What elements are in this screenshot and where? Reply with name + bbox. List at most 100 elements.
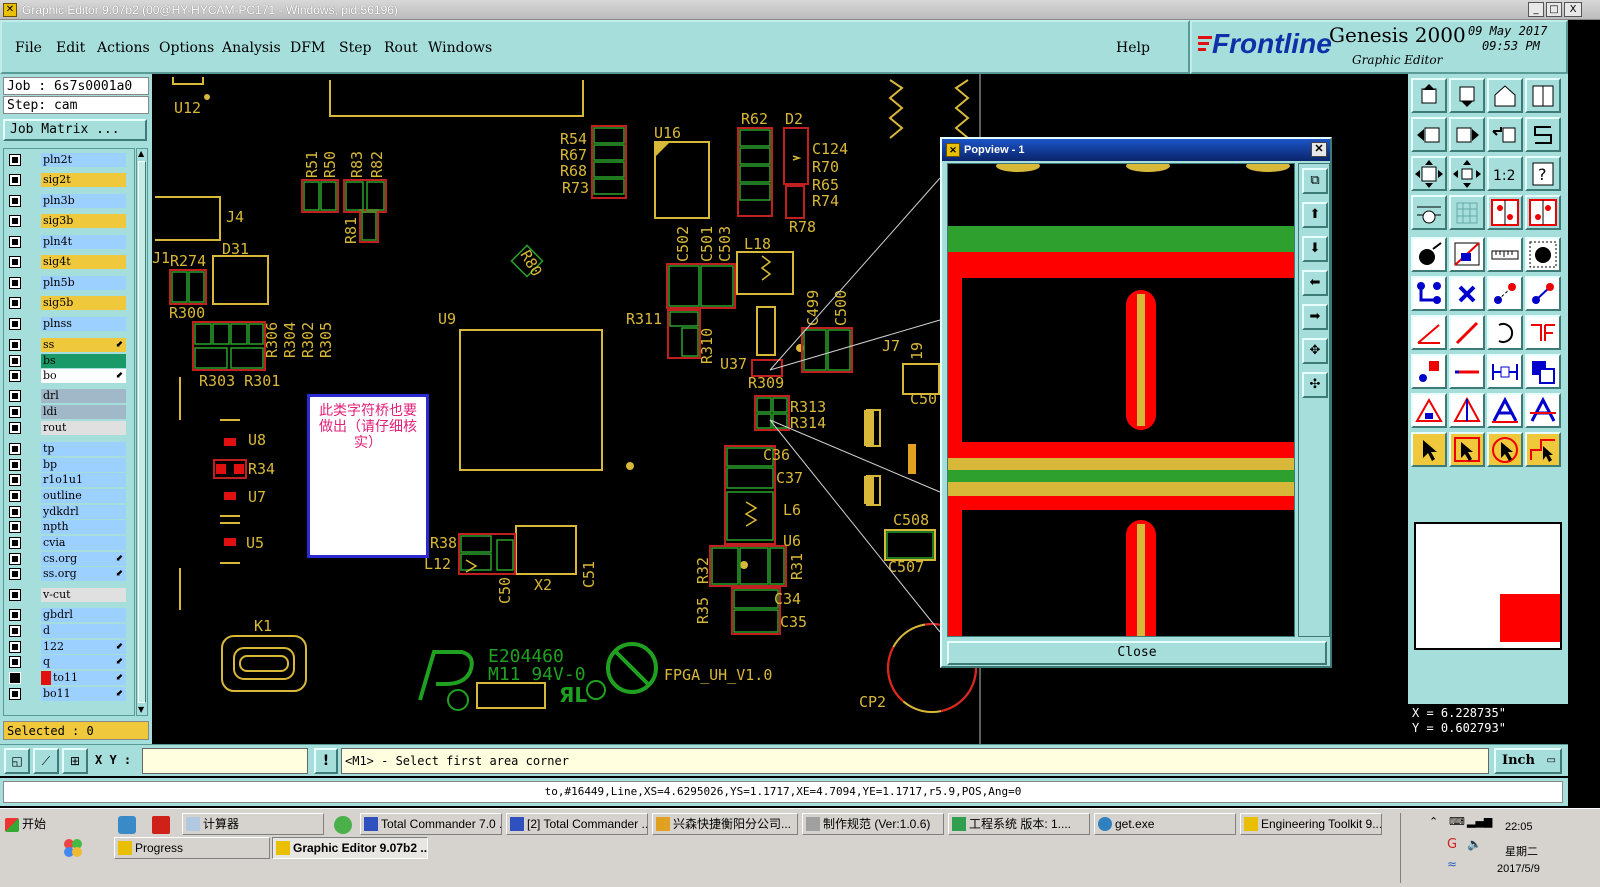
keyboard-icon[interactable]: ⌨: [1449, 815, 1465, 828]
layer-checkbox[interactable]: [9, 422, 21, 434]
ime-icon[interactable]: ≈: [1447, 857, 1457, 871]
help-icon[interactable]: ?: [1525, 156, 1561, 191]
layer-name[interactable]: bo ⬋: [41, 369, 126, 383]
layer-checkbox[interactable]: [9, 256, 21, 268]
layer-name[interactable]: tp: [41, 442, 126, 456]
layer-row-v-cut[interactable]: v-cut: [6, 588, 126, 602]
add-line-icon[interactable]: [1487, 276, 1523, 311]
layer-name[interactable]: plnss: [41, 317, 126, 331]
scroll-thumb[interactable]: [138, 161, 146, 703]
popview-pan-down-icon[interactable]: ⬇: [1302, 236, 1328, 262]
copy-pad-icon[interactable]: [1525, 354, 1561, 389]
quick-launch-app-icon[interactable]: [118, 816, 136, 834]
task-get-exe[interactable]: get.exe: [1094, 813, 1236, 835]
layer-row-bo11[interactable]: bo11 ⬋: [6, 687, 126, 701]
layer-row-rout[interactable]: rout: [6, 421, 126, 435]
layer-checkbox[interactable]: [9, 443, 21, 455]
layer-name[interactable]: cs.org ⬋: [41, 552, 126, 566]
layer-row-cvia[interactable]: cvia: [6, 536, 126, 550]
layer-name[interactable]: sig4t: [41, 255, 126, 269]
layer-name[interactable]: sig5b: [41, 296, 126, 310]
xy-input[interactable]: [142, 748, 308, 774]
menu-step[interactable]: Step: [339, 40, 371, 56]
layer-name[interactable]: bp: [41, 458, 126, 472]
scroll-down-icon[interactable]: ▼: [138, 706, 146, 714]
layer-checkbox[interactable]: [9, 318, 21, 330]
task-total-commander-2[interactable]: [2] Total Commander ...: [506, 813, 648, 835]
popview-close-icon[interactable]: ✕: [1311, 142, 1327, 157]
popview-zoom-out-icon[interactable]: ✥: [1302, 338, 1328, 364]
layer-checkbox[interactable]: [9, 236, 21, 248]
layer-row-bs[interactable]: bs: [6, 354, 126, 368]
select-pad-icon[interactable]: [1525, 237, 1561, 272]
layer-name[interactable]: sig3b: [41, 214, 126, 228]
menu-help[interactable]: Help: [1116, 40, 1150, 56]
layer-checkbox[interactable]: [9, 339, 21, 351]
layer-checkbox[interactable]: [9, 568, 21, 580]
layer-checkbox[interactable]: [9, 625, 21, 637]
step-back-icon[interactable]: [1487, 117, 1523, 152]
layer-checkbox[interactable]: [9, 459, 21, 471]
antivirus-icon[interactable]: G: [1447, 837, 1457, 852]
angle-icon[interactable]: [1411, 315, 1447, 350]
layer-name[interactable]: to11 ⬋: [41, 671, 126, 685]
layer-name[interactable]: pln2t: [41, 153, 126, 167]
layer-row-r1o1u1[interactable]: r1o1u1: [6, 473, 126, 487]
popview-canvas[interactable]: [947, 163, 1295, 637]
layer-row-sig5b[interactable]: sig5b: [6, 296, 126, 310]
layer-checkbox[interactable]: [9, 506, 21, 518]
measure-hand-icon[interactable]: [1411, 195, 1447, 230]
layer-name[interactable]: bs: [41, 354, 126, 368]
layer-checkbox[interactable]: [9, 355, 21, 367]
snap-pad-icon[interactable]: [1487, 195, 1523, 230]
tray-expand-icon[interactable]: ⌃: [1429, 815, 1438, 828]
layer-name[interactable]: cvia: [41, 536, 126, 550]
layer-row-npth[interactable]: npth: [6, 520, 126, 534]
popview-pan-left-icon[interactable]: ⬅: [1302, 270, 1328, 296]
pointer-select-icon[interactable]: [1449, 432, 1485, 467]
text-edit-icon[interactable]: [1525, 393, 1561, 428]
select-box-icon[interactable]: [1449, 237, 1485, 272]
minimize-button[interactable]: _: [1528, 2, 1544, 17]
layer-name[interactable]: bo11 ⬋: [41, 687, 126, 701]
alert-icon[interactable]: !: [314, 748, 338, 774]
layer-checkbox[interactable]: [9, 297, 21, 309]
layer-checkbox[interactable]: [9, 406, 21, 418]
menu-rout[interactable]: Rout: [384, 40, 418, 56]
layer-row-sig4t[interactable]: sig4t: [6, 255, 126, 269]
popview-close-button[interactable]: Close: [947, 641, 1327, 665]
layer-name[interactable]: pln4t: [41, 235, 126, 249]
triangle-outline-icon[interactable]: [1411, 393, 1447, 428]
popview-zoom-in-icon[interactable]: ✣: [1302, 372, 1328, 398]
horizontal-line-icon[interactable]: [1449, 354, 1485, 389]
pan-left-icon[interactable]: [1411, 117, 1447, 152]
layer-row-to11[interactable]: to11 ⬋: [6, 671, 126, 685]
layer-row-bo[interactable]: bo ⬋: [6, 369, 126, 383]
layer-name[interactable]: ss ⬋: [41, 338, 126, 352]
delete-feature-icon[interactable]: [1449, 276, 1485, 311]
layer-checkbox[interactable]: [9, 154, 21, 166]
start-button[interactable]: 开始: [2, 813, 58, 837]
layer-row-cs-org[interactable]: cs.org ⬋: [6, 552, 126, 566]
layer-row-bp[interactable]: bp: [6, 458, 126, 472]
overview-map[interactable]: [1414, 522, 1562, 650]
arc-icon[interactable]: [1487, 315, 1523, 350]
grid-snap-icon[interactable]: ⊞: [62, 748, 88, 774]
grid-icon[interactable]: [1449, 195, 1485, 230]
snap-center-icon[interactable]: [1525, 195, 1561, 230]
menu-file[interactable]: File: [15, 40, 42, 56]
layer-name[interactable]: outline: [41, 489, 126, 503]
overview-viewport-box[interactable]: [1500, 594, 1560, 642]
trace-icon[interactable]: [1525, 315, 1561, 350]
layer-row-pln5b[interactable]: pln5b: [6, 276, 126, 290]
layer-name[interactable]: gbdrl: [41, 608, 126, 622]
split-view-icon[interactable]: [1525, 78, 1561, 113]
layer-row-q[interactable]: q ⬋: [6, 655, 126, 669]
layer-row-outline[interactable]: outline: [6, 489, 126, 503]
layer-name[interactable]: v-cut: [41, 588, 126, 602]
layer-row-drl[interactable]: drl: [6, 389, 126, 403]
close-window-button[interactable]: X: [1564, 2, 1582, 17]
layer-checkbox[interactable]: [9, 195, 21, 207]
layer-row-ydkdrl[interactable]: ydkdrl: [6, 505, 126, 519]
layer-row-gbdrl[interactable]: gbdrl: [6, 608, 126, 622]
